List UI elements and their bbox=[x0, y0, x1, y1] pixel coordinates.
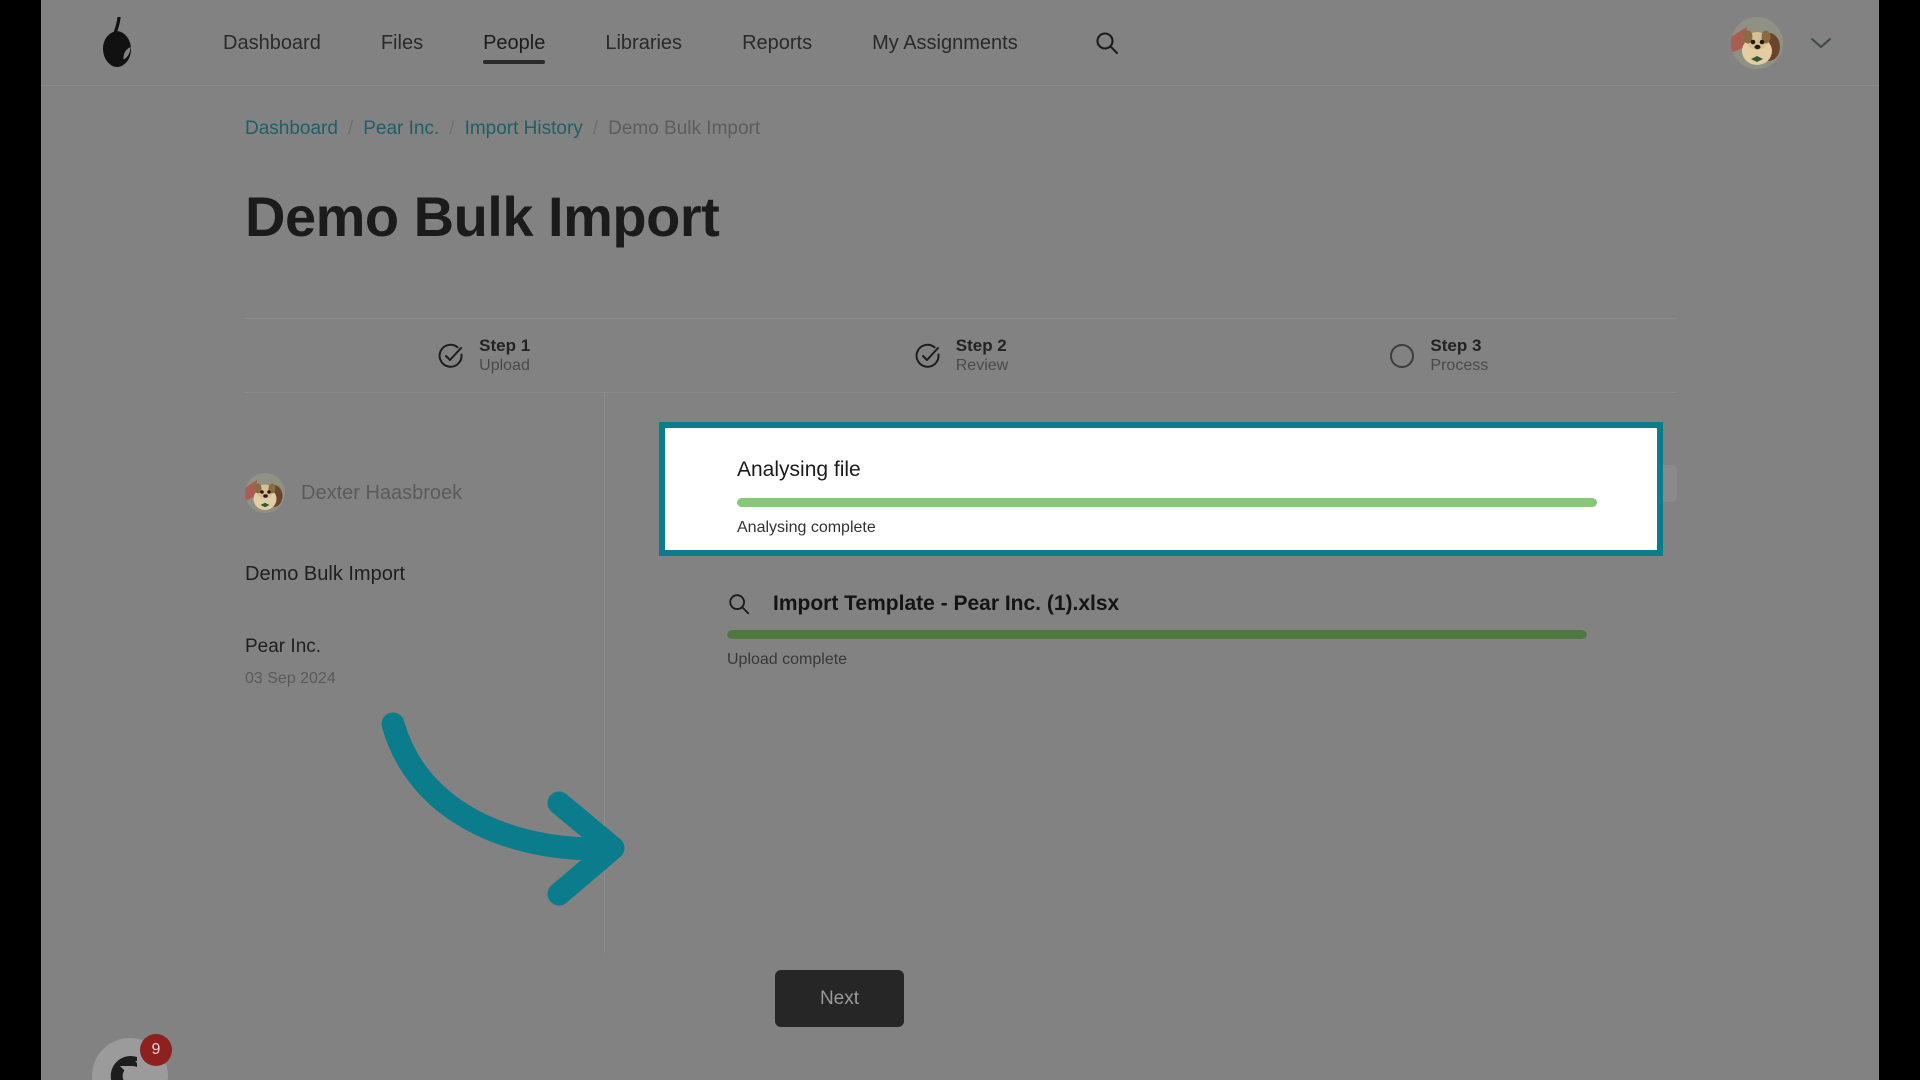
avatar[interactable] bbox=[1731, 16, 1783, 69]
upload-progress-fill bbox=[727, 630, 1587, 639]
import-owner-name: Dexter Haasbroek bbox=[301, 481, 463, 504]
import-stepper: Step 1 Upload Step 2 Review Step 3 Proce… bbox=[245, 318, 1677, 393]
upload-status-text: Upload complete bbox=[727, 651, 848, 668]
search-icon bbox=[729, 594, 750, 615]
upload-progress-track bbox=[727, 630, 1587, 639]
search-button[interactable] bbox=[1078, 30, 1136, 56]
avatar-image bbox=[245, 473, 285, 513]
nav-item-my-assignments[interactable]: My Assignments bbox=[842, 0, 1048, 86]
analysing-title: Analysing file bbox=[737, 458, 861, 481]
check-circle-icon bbox=[438, 343, 463, 368]
screen-root: Dashboard Files People Libraries Reports… bbox=[0, 0, 1920, 1080]
chevron-down-icon bbox=[1811, 37, 1831, 48]
nav-item-files[interactable]: Files bbox=[351, 0, 453, 86]
stepper-step-3-number: Step 3 bbox=[1430, 335, 1482, 355]
breadcrumb-current: Demo Bulk Import bbox=[608, 118, 761, 139]
help-badge-count: 9 bbox=[140, 1034, 172, 1066]
breadcrumb: Dashboard / Pear Inc. / Import History /… bbox=[245, 118, 760, 140]
import-company: Pear Inc. bbox=[245, 636, 322, 657]
uploaded-file-row: Import Template - Pear Inc. (1).xlsx Upl… bbox=[727, 592, 1587, 669]
account-menu-toggle[interactable] bbox=[1809, 36, 1833, 50]
stepper-step-1-label: Upload bbox=[479, 357, 530, 375]
uploaded-file-name: Import Template - Pear Inc. (1).xlsx bbox=[773, 592, 1120, 615]
nav-item-people[interactable]: People bbox=[453, 0, 575, 86]
stepper-step-3[interactable]: Step 3 Process bbox=[1200, 335, 1677, 376]
breadcrumb-item-import-history[interactable]: Import History bbox=[465, 118, 583, 140]
page-content: Dashboard / Pear Inc. / Import History /… bbox=[41, 86, 1879, 1080]
analysing-progress-track bbox=[737, 498, 1597, 507]
import-summary-panel: Dexter Haasbroek Demo Bulk Import Pear I… bbox=[245, 393, 604, 1033]
stepper-step-3-label: Process bbox=[1430, 357, 1489, 375]
next-button[interactable]: Next bbox=[775, 970, 904, 1027]
help-chat-button[interactable]: 9 bbox=[92, 1034, 172, 1080]
import-owner: Dexter Haasbroek bbox=[245, 473, 604, 513]
analysing-status-text: Analysing complete bbox=[737, 519, 876, 536]
app-page: Dashboard Files People Libraries Reports… bbox=[41, 0, 1879, 1080]
empty-circle-icon bbox=[1390, 343, 1415, 368]
page-title: Demo Bulk Import bbox=[245, 185, 720, 248]
nav-item-libraries[interactable]: Libraries bbox=[575, 0, 712, 86]
pear-logo-icon bbox=[103, 16, 131, 67]
stepper-step-1[interactable]: Step 1 Upload bbox=[245, 335, 722, 376]
top-navigation-bar: Dashboard Files People Libraries Reports… bbox=[41, 0, 1879, 86]
stepper-step-2-label: Review bbox=[955, 357, 1009, 375]
import-name: Demo Bulk Import bbox=[245, 563, 406, 585]
analysing-file-card: Analysing file Analysing complete bbox=[665, 428, 1657, 550]
breadcrumb-separator: / bbox=[449, 118, 455, 139]
stepper-step-2-number: Step 2 bbox=[955, 335, 1007, 355]
nav-item-reports[interactable]: Reports bbox=[712, 0, 842, 86]
breadcrumb-item-company[interactable]: Pear Inc. bbox=[363, 118, 439, 140]
import-date: 03 Sep 2024 bbox=[245, 670, 336, 687]
search-icon bbox=[1096, 31, 1118, 54]
breadcrumb-separator: / bbox=[347, 118, 354, 139]
avatar bbox=[245, 473, 285, 513]
check-circle-icon bbox=[915, 343, 940, 368]
breadcrumb-separator: / bbox=[592, 118, 599, 139]
stepper-step-1-number: Step 1 bbox=[479, 335, 531, 355]
analysing-highlight-border: Analysing file Analysing complete bbox=[659, 422, 1663, 556]
stepper-step-2[interactable]: Step 2 Review bbox=[722, 335, 1199, 376]
nav-right-cluster bbox=[1731, 16, 1879, 69]
app-logo[interactable] bbox=[41, 16, 193, 69]
avatar-image bbox=[1731, 16, 1783, 69]
analysing-progress-fill bbox=[737, 498, 1597, 507]
nav-item-dashboard[interactable]: Dashboard bbox=[193, 0, 351, 86]
breadcrumb-item-dashboard[interactable]: Dashboard bbox=[245, 118, 338, 140]
nav-links: Dashboard Files People Libraries Reports… bbox=[193, 0, 1136, 86]
